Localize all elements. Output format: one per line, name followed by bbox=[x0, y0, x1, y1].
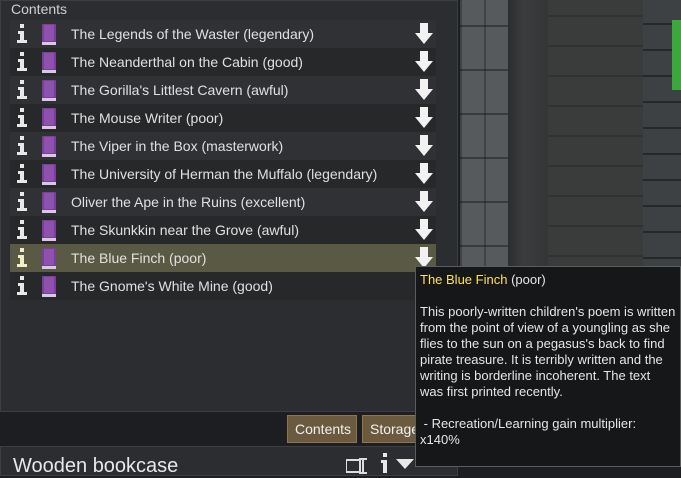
book-icon bbox=[42, 192, 56, 213]
book-icon bbox=[42, 248, 56, 269]
inspect-panel: Wooden bookcase bbox=[0, 446, 458, 477]
book-icon bbox=[42, 220, 56, 241]
book-icon bbox=[42, 164, 56, 185]
panel-title: Contents bbox=[11, 1, 68, 17]
info-icon[interactable] bbox=[16, 52, 28, 72]
list-item[interactable]: The Skunkkin near the Grove (awful) bbox=[10, 216, 436, 244]
item-label: The Neanderthal on the Cabin (good) bbox=[71, 54, 303, 70]
info-icon[interactable] bbox=[16, 192, 28, 212]
info-icon[interactable] bbox=[16, 248, 28, 268]
tooltip-description: This poorly-written children's poem is w… bbox=[420, 304, 676, 399]
list-item[interactable]: The Mouse Writer (poor) bbox=[10, 104, 436, 132]
list-item[interactable]: The Legends of the Waster (legendary) bbox=[10, 20, 436, 48]
item-label: The Gorilla's Littlest Cavern (awful) bbox=[71, 82, 289, 98]
info-icon[interactable] bbox=[16, 24, 28, 44]
book-icon bbox=[42, 80, 56, 101]
book-icon bbox=[42, 136, 56, 157]
list-item[interactable]: Oliver the Ape in the Ruins (excellent) bbox=[10, 188, 436, 216]
rename-icon[interactable] bbox=[346, 458, 370, 474]
tooltip-header: The Blue Finch (poor) bbox=[420, 272, 676, 288]
drop-down-arrow-icon[interactable] bbox=[415, 135, 433, 157]
info-icon[interactable] bbox=[379, 453, 391, 473]
list-item-highlighted[interactable]: The Blue Finch (poor) bbox=[10, 244, 436, 272]
drop-down-arrow-icon[interactable] bbox=[415, 219, 433, 241]
book-icon bbox=[42, 52, 56, 73]
info-icon[interactable] bbox=[16, 108, 28, 128]
contents-panel: Contents The Legends of the Waster (lege… bbox=[0, 0, 458, 412]
tooltip-item-quality: (poor) bbox=[511, 272, 546, 287]
drop-down-arrow-icon[interactable] bbox=[415, 51, 433, 73]
book-icon bbox=[42, 276, 56, 297]
plant-edge bbox=[672, 20, 681, 90]
item-label: The Legends of the Waster (legendary) bbox=[71, 26, 315, 42]
item-label: The Gnome's White Mine (good) bbox=[71, 278, 273, 294]
chevron-down-icon[interactable] bbox=[396, 459, 414, 469]
item-label: The Mouse Writer (poor) bbox=[71, 110, 224, 126]
list-item[interactable]: The Neanderthal on the Cabin (good) bbox=[10, 48, 436, 76]
item-label: The Blue Finch (poor) bbox=[71, 250, 207, 266]
book-icon bbox=[42, 24, 56, 45]
list-item[interactable]: The Viper in the Box (masterwork) bbox=[10, 132, 436, 160]
item-label: The Skunkkin near the Grove (awful) bbox=[71, 222, 299, 238]
tooltip-item-name: The Blue Finch bbox=[420, 272, 508, 287]
info-icon[interactable] bbox=[16, 136, 28, 156]
info-icon[interactable] bbox=[16, 276, 28, 296]
item-tooltip: The Blue Finch (poor) This poorly-writte… bbox=[415, 266, 681, 467]
list-item[interactable]: The Gnome's White Mine (good) bbox=[10, 272, 436, 300]
tab-contents[interactable]: Contents bbox=[287, 415, 357, 443]
item-label: The University of Herman the Muffalo (le… bbox=[71, 166, 378, 182]
info-icon[interactable] bbox=[16, 220, 28, 240]
item-label: Oliver the Ape in the Ruins (excellent) bbox=[71, 194, 306, 210]
drop-down-arrow-icon[interactable] bbox=[415, 79, 433, 101]
book-icon bbox=[42, 108, 56, 129]
drop-down-arrow-icon[interactable] bbox=[415, 107, 433, 129]
item-label: The Viper in the Box (masterwork) bbox=[71, 138, 284, 154]
info-icon[interactable] bbox=[16, 164, 28, 184]
list-item[interactable]: The Gorilla's Littlest Cavern (awful) bbox=[10, 76, 436, 104]
list-item[interactable]: The University of Herman the Muffalo (le… bbox=[10, 160, 436, 188]
drop-down-arrow-icon[interactable] bbox=[415, 23, 433, 45]
contents-list: The Legends of the Waster (legendary) Th… bbox=[10, 20, 436, 300]
drop-down-arrow-icon[interactable] bbox=[415, 163, 433, 185]
info-icon[interactable] bbox=[16, 80, 28, 100]
tooltip-stat: - Recreation/Learning gain multiplier: x… bbox=[420, 416, 640, 447]
drop-down-arrow-icon[interactable] bbox=[415, 191, 433, 213]
